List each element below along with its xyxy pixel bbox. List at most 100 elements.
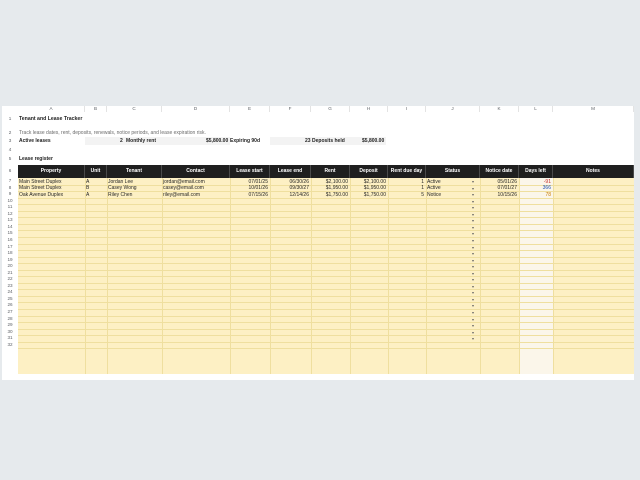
cell-property[interactable]: Oak Avenue Duplex: [19, 192, 63, 199]
header-notice-date[interactable]: Notice date: [480, 165, 519, 178]
cell-days[interactable]: 78: [521, 192, 551, 199]
column-header-i[interactable]: I: [388, 106, 426, 112]
column-header-d[interactable]: D: [162, 106, 230, 112]
row-number-19[interactable]: 19: [2, 257, 18, 262]
status-dropdown-arrow-icon[interactable]: ▾: [472, 245, 474, 250]
header-days-left[interactable]: Days left: [519, 165, 553, 178]
column-header-a[interactable]: A: [18, 106, 85, 112]
row-number-14[interactable]: 14: [2, 224, 18, 229]
header-notes[interactable]: Notes: [553, 165, 634, 178]
column-header-k[interactable]: K: [480, 106, 519, 112]
status-dropdown-arrow-icon[interactable]: ▾: [472, 310, 474, 315]
header-contact[interactable]: Contact: [162, 165, 230, 178]
row-number-11[interactable]: 11: [2, 204, 18, 209]
header-lease-start[interactable]: Lease start: [230, 165, 270, 178]
col-line: [85, 178, 86, 374]
column-header-h[interactable]: H: [350, 106, 388, 112]
row-number-32[interactable]: 32: [2, 342, 18, 347]
status-dropdown-arrow-icon[interactable]: ▾: [472, 199, 474, 204]
row-number-26[interactable]: 26: [2, 302, 18, 307]
row-number-22[interactable]: 22: [2, 276, 18, 281]
column-header-j[interactable]: J: [426, 106, 480, 112]
row-number-9[interactable]: 9: [2, 191, 18, 196]
row-number-1[interactable]: 1: [2, 116, 18, 121]
cell-due[interactable]: 5: [390, 192, 424, 199]
column-header-b[interactable]: B: [85, 106, 107, 112]
cell-contact[interactable]: riley@email.com: [163, 192, 200, 199]
row-line: [18, 269, 634, 271]
header-unit[interactable]: Unit: [85, 165, 107, 178]
status-dropdown-arrow-icon[interactable]: ▾: [472, 336, 474, 341]
cell-rent[interactable]: $1,750.00: [313, 192, 348, 199]
status-dropdown-arrow-icon[interactable]: ▾: [472, 251, 474, 256]
row-number-18[interactable]: 18: [2, 250, 18, 255]
header-lease-end[interactable]: Lease end: [270, 165, 311, 178]
cell-start[interactable]: 07/15/26: [232, 192, 268, 199]
row-number-17[interactable]: 17: [2, 244, 18, 249]
status-dropdown-arrow-icon[interactable]: ▾: [472, 323, 474, 328]
status-dropdown-arrow-icon[interactable]: ▾: [472, 271, 474, 276]
cell-notice[interactable]: 10/15/26: [482, 192, 517, 199]
status-dropdown-arrow-icon[interactable]: ▾: [472, 186, 474, 191]
row-number-12[interactable]: 12: [2, 211, 18, 216]
row-number-3[interactable]: 3: [2, 138, 18, 143]
header-rent-due-day[interactable]: Rent due day: [388, 165, 426, 178]
status-dropdown-arrow-icon[interactable]: ▾: [472, 277, 474, 282]
row-number-28[interactable]: 28: [2, 316, 18, 321]
status-dropdown-arrow-icon[interactable]: ▾: [472, 303, 474, 308]
row-number-31[interactable]: 31: [2, 335, 18, 340]
status-dropdown-arrow-icon[interactable]: ▾: [472, 231, 474, 236]
header-tenant[interactable]: Tenant: [107, 165, 162, 178]
row-number-5[interactable]: 5: [2, 156, 18, 161]
row-number-23[interactable]: 23: [2, 283, 18, 288]
status-dropdown-arrow-icon[interactable]: ▾: [472, 179, 474, 184]
row-number-16[interactable]: 16: [2, 237, 18, 242]
row-number-30[interactable]: 30: [2, 329, 18, 334]
row-number-8[interactable]: 8: [2, 185, 18, 190]
status-dropdown-arrow-icon[interactable]: ▾: [472, 238, 474, 243]
header-deposit[interactable]: Deposit: [350, 165, 388, 178]
status-dropdown-arrow-icon[interactable]: ▾: [472, 330, 474, 335]
row-number-24[interactable]: 24: [2, 289, 18, 294]
status-dropdown-arrow-icon[interactable]: ▾: [472, 258, 474, 263]
status-dropdown-arrow-icon[interactable]: ▾: [472, 297, 474, 302]
row-number-4[interactable]: 4: [2, 147, 18, 152]
status-dropdown-arrow-icon[interactable]: ▾: [472, 212, 474, 217]
column-header-g[interactable]: G: [311, 106, 350, 112]
sheet-title[interactable]: Tenant and Lease Tracker: [19, 116, 82, 123]
status-dropdown-arrow-icon[interactable]: ▾: [472, 192, 474, 197]
row-number-21[interactable]: 21: [2, 270, 18, 275]
sheet-subtitle[interactable]: Track lease dates, rent, deposits, renew…: [19, 130, 206, 137]
status-dropdown-arrow-icon[interactable]: ▾: [472, 218, 474, 223]
header-property[interactable]: Property: [18, 165, 85, 178]
status-dropdown-arrow-icon[interactable]: ▾: [472, 284, 474, 289]
column-header-f[interactable]: F: [270, 106, 311, 112]
cell-deposit[interactable]: $1,750.00: [352, 192, 386, 199]
row-number-25[interactable]: 25: [2, 296, 18, 301]
status-dropdown-arrow-icon[interactable]: ▾: [472, 264, 474, 269]
row-number-27[interactable]: 27: [2, 309, 18, 314]
cell-unit[interactable]: A: [86, 192, 89, 199]
status-dropdown-arrow-icon[interactable]: ▾: [472, 290, 474, 295]
cell-status[interactable]: Notice: [427, 192, 441, 199]
status-dropdown-arrow-icon[interactable]: ▾: [472, 317, 474, 322]
cell-end[interactable]: 12/14/26: [272, 192, 309, 199]
header-rent[interactable]: Rent: [311, 165, 350, 178]
row-number-13[interactable]: 13: [2, 217, 18, 222]
header-status[interactable]: Status: [426, 165, 480, 178]
column-header-c[interactable]: C: [107, 106, 162, 112]
row-number-7[interactable]: 7: [2, 178, 18, 183]
cell-tenant[interactable]: Riley Chen: [108, 192, 132, 199]
row-number-20[interactable]: 20: [2, 263, 18, 268]
status-dropdown-arrow-icon[interactable]: ▾: [472, 225, 474, 230]
row-number-6[interactable]: 6: [2, 168, 18, 173]
column-header-e[interactable]: E: [230, 106, 270, 112]
column-header-l[interactable]: L: [519, 106, 553, 112]
row-line: [18, 250, 634, 252]
row-number-15[interactable]: 15: [2, 230, 18, 235]
status-dropdown-arrow-icon[interactable]: ▾: [472, 205, 474, 210]
row-number-29[interactable]: 29: [2, 322, 18, 327]
row-number-10[interactable]: 10: [2, 198, 18, 203]
row-number-2[interactable]: 2: [2, 130, 18, 135]
column-header-m[interactable]: M: [553, 106, 634, 112]
